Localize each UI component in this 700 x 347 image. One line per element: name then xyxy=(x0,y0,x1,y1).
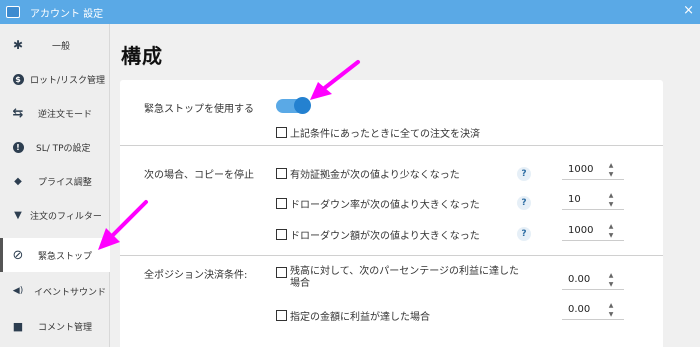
spinner: ▲ ▼ xyxy=(606,301,616,321)
help-icon[interactable]: ? xyxy=(517,196,531,210)
sidebar-item-label: SL/ TPの設定 xyxy=(36,143,91,154)
profit-amount-input[interactable]: 0.00 ▲ ▼ xyxy=(562,300,624,320)
settings-card: 緊急ストップを使用する 上記条件にあったときに全ての注文を決済 次の場合、コピー… xyxy=(120,80,663,347)
sidebar-item-price-adjust[interactable]: ◆ プライス調整 xyxy=(0,164,110,198)
spinner: ▲ ▼ xyxy=(606,191,616,211)
input-value: 10 xyxy=(568,194,581,205)
close-all-positions-label: 全ポジション決済条件: xyxy=(144,270,248,281)
sidebar-item-label: 一般 xyxy=(52,41,71,52)
drawdown-rate-input[interactable]: 10 ▲ ▼ xyxy=(562,190,624,210)
profit-percent-checkbox[interactable]: 残高に対して、次のパーセンテージの利益に達した 場合 xyxy=(276,266,519,290)
spin-up-icon[interactable]: ▲ xyxy=(606,271,616,280)
window-title: アカウント 設定 xyxy=(30,8,104,20)
sidebar-item-label: ロット/リスク管理 xyxy=(30,75,106,86)
exclamation-circle-icon: ! xyxy=(12,141,24,153)
equity-threshold-input[interactable]: 1000 ▲ ▼ xyxy=(562,160,624,180)
close-icon[interactable]: × xyxy=(683,4,694,18)
tag-icon: ◆ xyxy=(14,175,22,187)
checkbox-box[interactable] xyxy=(276,168,287,179)
spin-down-icon[interactable]: ▼ xyxy=(606,170,616,179)
checkbox-label: 指定の金額に利益が達した場合 xyxy=(290,312,430,323)
spin-down-icon[interactable]: ▼ xyxy=(606,310,616,319)
drawdown-rate-checkbox[interactable]: ドローダウン率が次の値より大きくなった xyxy=(276,196,480,211)
page-title: 構成 xyxy=(121,44,163,68)
checkbox-box[interactable] xyxy=(276,310,287,321)
annotation-arrow-toggle xyxy=(310,60,360,100)
sidebar-item-general[interactable]: ✱ 一般 xyxy=(0,28,110,62)
sidebar-item-reverse-order[interactable]: ⇆ 逆注文モード xyxy=(0,96,110,130)
sidebar-item-sl-tp[interactable]: ! SL/ TPの設定 xyxy=(0,130,110,164)
sidebar-item-label: 逆注文モード xyxy=(38,109,93,120)
spin-down-icon[interactable]: ▼ xyxy=(606,280,616,289)
input-value: 0.00 xyxy=(568,304,591,315)
spin-up-icon[interactable]: ▲ xyxy=(606,222,616,231)
sidebar-item-comment[interactable]: ■ コメント管理 xyxy=(0,309,110,343)
main-panel: 構成 緊急ストップを使用する 上記条件にあったときに全ての注文を決済 次の場合、… xyxy=(111,24,700,347)
checkbox-label: ドローダウン額が次の値より大きくなった xyxy=(290,231,480,242)
checkbox-box[interactable] xyxy=(276,267,287,278)
sidebar-item-label: イベントサウンド xyxy=(34,287,107,298)
no-entry-icon: ⊘ xyxy=(12,247,24,263)
help-icon[interactable]: ? xyxy=(517,167,531,181)
emergency-stop-label: 緊急ストップを使用する xyxy=(144,104,254,115)
comment-icon: ■ xyxy=(12,319,24,333)
spinner: ▲ ▼ xyxy=(606,222,616,242)
profit-amount-checkbox[interactable]: 指定の金額に利益が達した場合 xyxy=(276,308,430,323)
input-value: 1000 xyxy=(568,225,594,236)
filter-icon: ▼ xyxy=(14,209,22,221)
drawdown-amount-checkbox[interactable]: ドローダウン額が次の値より大きくなった xyxy=(276,227,480,242)
checkbox-label-line: 残高に対して、次のパーセンテージの利益に達した xyxy=(290,266,519,277)
dollar-circle-icon: $ xyxy=(12,73,24,85)
checkbox-label-line: 場合 xyxy=(290,278,310,289)
equity-below-checkbox[interactable]: 有効証拠金が次の値より少なくなった xyxy=(276,166,460,181)
checkbox-label: 有効証拠金が次の値より少なくなった xyxy=(290,170,460,181)
checkbox-box[interactable] xyxy=(276,229,287,240)
sidebar-item-label: プライス調整 xyxy=(38,177,92,188)
speaker-icon: ◀) xyxy=(12,286,24,296)
app-icon xyxy=(6,6,20,18)
spin-up-icon[interactable]: ▲ xyxy=(606,161,616,170)
spin-down-icon[interactable]: ▼ xyxy=(606,200,616,209)
copy-stop-label: 次の場合、コピーを停止 xyxy=(144,170,254,181)
section-divider xyxy=(120,255,663,256)
spin-up-icon[interactable]: ▲ xyxy=(606,301,616,310)
sidebar-item-label: 緊急ストップ xyxy=(38,251,93,262)
profit-percent-input[interactable]: 0.00 ▲ ▼ xyxy=(562,270,624,290)
checkbox-label: 残高に対して、次のパーセンテージの利益に達した 場合 xyxy=(290,266,519,290)
close-all-orders-checkbox[interactable]: 上記条件にあったときに全ての注文を決済 xyxy=(276,125,480,140)
drawdown-amount-input[interactable]: 1000 ▲ ▼ xyxy=(562,221,624,241)
sidebar-item-lot-risk[interactable]: $ ロット/リスク管理 xyxy=(0,62,110,96)
checkbox-label: 上記条件にあったときに全ての注文を決済 xyxy=(290,129,480,140)
window-titlebar: アカウント 設定 × xyxy=(0,0,700,24)
spinner: ▲ ▼ xyxy=(606,271,616,291)
spinner: ▲ ▼ xyxy=(606,161,616,181)
sidebar: ✱ 一般 $ ロット/リスク管理 ⇆ 逆注文モード ! SL/ TPの設定 ◆ … xyxy=(0,24,110,347)
input-value: 0.00 xyxy=(568,274,591,285)
sidebar-item-label: コメント管理 xyxy=(38,322,93,333)
spin-down-icon[interactable]: ▼ xyxy=(606,231,616,240)
checkbox-label: ドローダウン率が次の値より大きくなった xyxy=(290,200,480,211)
spin-up-icon[interactable]: ▲ xyxy=(606,191,616,200)
checkbox-box[interactable] xyxy=(276,198,287,209)
checkbox-box[interactable] xyxy=(276,127,287,138)
annotation-arrow-sidebar xyxy=(98,200,148,250)
swap-arrows-icon: ⇆ xyxy=(12,105,24,121)
input-value: 1000 xyxy=(568,164,594,175)
gear-icon: ✱ xyxy=(12,38,24,52)
help-icon[interactable]: ? xyxy=(517,227,531,241)
sidebar-item-event-sound[interactable]: ◀) イベントサウンド xyxy=(0,274,110,308)
section-divider xyxy=(120,145,663,146)
